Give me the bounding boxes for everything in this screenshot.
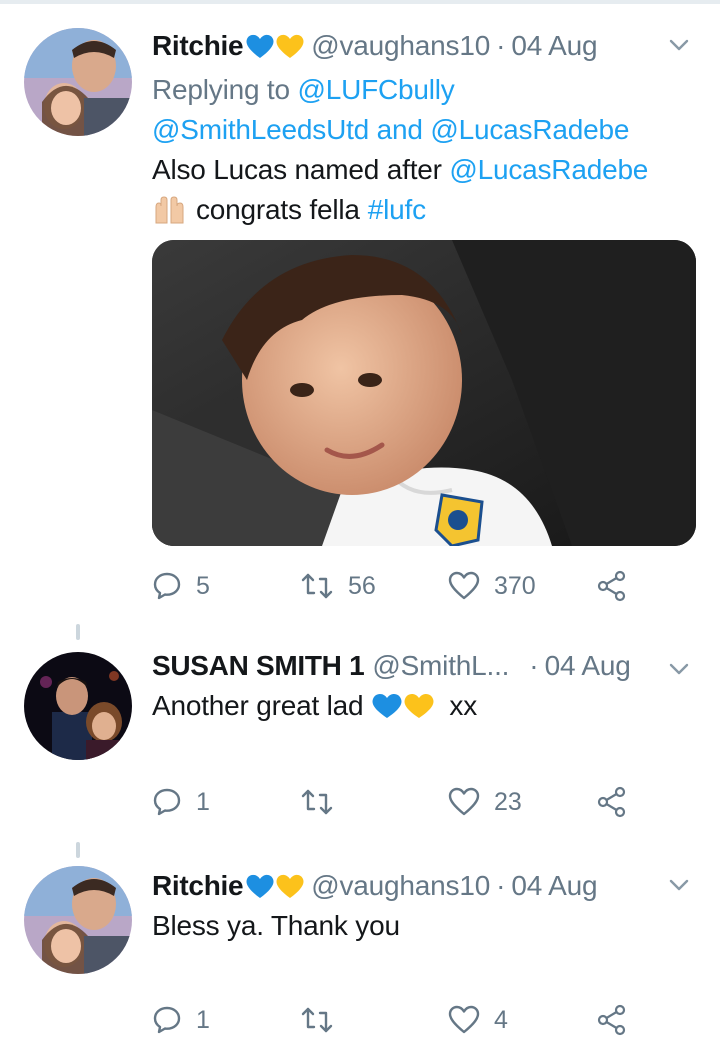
- retweet-icon: [301, 1007, 333, 1033]
- hearts-emoji: [372, 693, 434, 718]
- like-count: 4: [494, 1005, 508, 1034]
- tweet-text-suffix: xx: [449, 690, 478, 721]
- reply-button[interactable]: 1: [152, 998, 210, 1042]
- tweet-actions: 5 56 370: [152, 564, 672, 608]
- tweet-header: SUSAN SMITH 1 @SmithL... · 04 Aug: [152, 646, 696, 686]
- tweet-1[interactable]: Ritchie @vaughans10 · 04 Aug Replying to…: [0, 0, 720, 620]
- tweet-text: Also Lucas named after: [152, 154, 442, 185]
- like-button[interactable]: 4: [448, 998, 508, 1042]
- tweet-3[interactable]: Ritchie @vaughans10 · 04 Aug Bless ya. T…: [0, 840, 720, 1049]
- replying-and: and: [376, 114, 423, 145]
- share-icon: [597, 1004, 626, 1036]
- retweet-icon: [301, 573, 333, 599]
- retweet-button[interactable]: [300, 780, 348, 824]
- replying-prefix: Replying to: [152, 74, 290, 105]
- display-name[interactable]: Ritchie: [152, 870, 244, 902]
- retweet-button[interactable]: [300, 998, 348, 1042]
- mention-link[interactable]: @SmithLeedsUtd: [152, 114, 369, 145]
- separator-dot: ·: [496, 870, 506, 901]
- reply-button[interactable]: 1: [152, 780, 210, 824]
- reply-button[interactable]: 5: [152, 564, 210, 608]
- mention-link[interactable]: @LUFCbully: [297, 74, 454, 105]
- tweet-header: Ritchie @vaughans10 · 04 Aug: [152, 26, 696, 66]
- share-button[interactable]: [596, 998, 642, 1042]
- tweet-text-line: Another great lad xx: [152, 686, 696, 726]
- reply-icon: [153, 788, 181, 816]
- heart-icon: [448, 787, 480, 816]
- handle[interactable]: @SmithL...: [372, 650, 509, 682]
- tweet-text: Bless ya. Thank you: [152, 910, 400, 941]
- reply-icon: [153, 1006, 181, 1034]
- tweet-actions: 1 4: [152, 998, 672, 1042]
- chevron-down-icon[interactable]: [666, 872, 692, 898]
- tweet-text-line: Also Lucas named after @LucasRadebe: [152, 150, 696, 190]
- share-button[interactable]: [596, 780, 642, 824]
- timestamp[interactable]: 04 Aug: [545, 650, 631, 682]
- share-button[interactable]: [596, 564, 642, 608]
- avatar[interactable]: [24, 652, 132, 760]
- separator-dot: ·: [496, 30, 506, 61]
- raising-hands-emoji: [155, 196, 184, 224]
- timestamp[interactable]: 04 Aug: [511, 30, 597, 62]
- mention-link[interactable]: @LucasRadebe: [430, 114, 629, 145]
- retweet-button[interactable]: 56: [300, 564, 376, 608]
- avatar[interactable]: [24, 28, 132, 136]
- retweet-count: 56: [348, 571, 376, 600]
- tweet-body: Replying to @LUFCbully @SmithLeedsUtd an…: [152, 70, 696, 230]
- handle[interactable]: @vaughans10: [311, 30, 490, 62]
- handle[interactable]: @vaughans10: [311, 870, 490, 902]
- tweet-text: Another great lad: [152, 690, 364, 721]
- reply-icon: [153, 572, 181, 600]
- heart-icon: [448, 571, 480, 600]
- display-name[interactable]: SUSAN SMITH 1: [152, 650, 365, 682]
- avatar[interactable]: [24, 866, 132, 974]
- like-button[interactable]: 23: [448, 780, 522, 824]
- tweet-header: Ritchie @vaughans10 · 04 Aug: [152, 866, 696, 906]
- separator-dot: ·: [529, 650, 539, 681]
- like-count: 23: [494, 787, 522, 816]
- display-name[interactable]: Ritchie: [152, 30, 244, 62]
- retweet-icon: [301, 789, 333, 815]
- tweet-body: Another great lad xx: [152, 686, 696, 726]
- chevron-down-icon[interactable]: [666, 656, 692, 682]
- mention-link[interactable]: @LucasRadebe: [449, 154, 648, 185]
- tweet-2[interactable]: SUSAN SMITH 1 @SmithL... · 04 Aug Anothe…: [0, 620, 720, 850]
- like-count: 370: [494, 571, 536, 600]
- like-button[interactable]: 370: [448, 564, 536, 608]
- reply-count: 5: [196, 571, 210, 600]
- hearts-emoji: [245, 32, 305, 60]
- tweet-actions: 1 23: [152, 780, 672, 824]
- replying-to-line-2: @SmithLeedsUtd and @LucasRadebe: [152, 110, 696, 150]
- hearts-emoji: [245, 872, 305, 900]
- replying-to-line: Replying to @LUFCbully: [152, 70, 696, 110]
- share-icon: [597, 570, 626, 602]
- tweet-text: congrats fella: [196, 194, 360, 225]
- hashtag-link[interactable]: #lufc: [368, 190, 426, 230]
- chevron-down-icon[interactable]: [666, 32, 692, 58]
- heart-icon: [448, 1005, 480, 1034]
- reply-count: 1: [196, 1005, 210, 1034]
- tweet-text-line-2: congrats fella #lufc: [152, 190, 696, 230]
- tweet-photo[interactable]: [152, 240, 696, 546]
- timestamp[interactable]: 04 Aug: [511, 870, 597, 902]
- tweet-body: Bless ya. Thank you: [152, 906, 696, 946]
- reply-count: 1: [196, 787, 210, 816]
- share-icon: [597, 786, 626, 818]
